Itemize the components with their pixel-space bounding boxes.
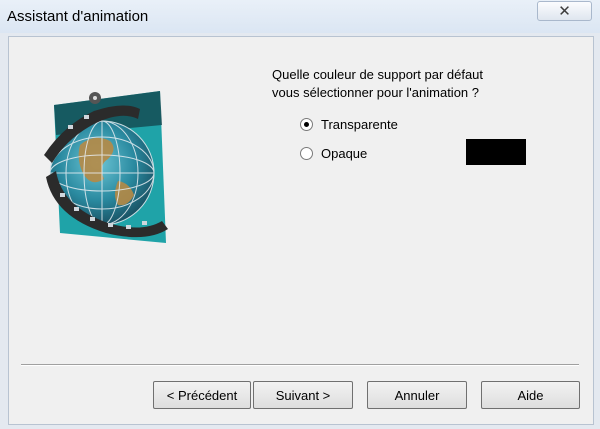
title-bar: Assistant d'animation ✕ bbox=[0, 0, 600, 33]
help-button[interactable]: Aide bbox=[481, 381, 580, 409]
radio-button-checked[interactable] bbox=[300, 118, 313, 131]
color-swatch[interactable] bbox=[466, 139, 526, 165]
question-text: Quelle couleur de support par défaut vou… bbox=[272, 66, 483, 102]
radio-button-unchecked[interactable] bbox=[300, 147, 313, 160]
radio-label-opaque: Opaque bbox=[321, 146, 368, 161]
question-line-2: vous sélectionner pour l'animation ? bbox=[272, 85, 479, 100]
cancel-button[interactable]: Annuler bbox=[367, 381, 467, 409]
radio-label-transparent: Transparente bbox=[321, 117, 398, 132]
radio-transparent[interactable]: Transparente bbox=[300, 117, 398, 132]
previous-button[interactable]: < Précédent bbox=[153, 381, 251, 409]
close-icon: ✕ bbox=[558, 3, 571, 20]
close-button[interactable]: ✕ bbox=[537, 1, 592, 21]
separator bbox=[21, 364, 579, 366]
radio-opaque[interactable]: Opaque bbox=[300, 146, 367, 161]
question-line-1: Quelle couleur de support par défaut bbox=[272, 67, 484, 82]
next-button[interactable]: Suivant > bbox=[253, 381, 353, 409]
globe-film-illustration bbox=[44, 91, 168, 243]
window-title: Assistant d'animation bbox=[7, 8, 149, 25]
